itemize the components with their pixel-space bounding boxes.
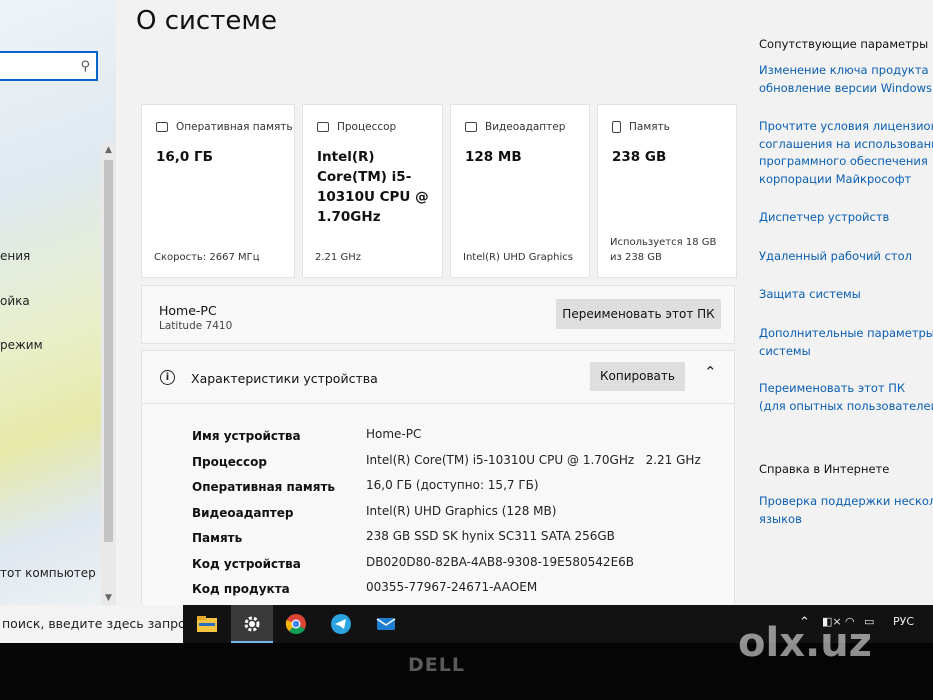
- card-footer: Используется 18 GB из 238 GB: [610, 237, 717, 263]
- mail-icon[interactable]: [374, 612, 398, 636]
- telegram-icon[interactable]: [329, 612, 353, 636]
- spec-key: Имя устройства: [192, 429, 301, 443]
- spec-key: Процессор: [192, 455, 267, 469]
- storage-icon: [612, 121, 621, 133]
- pc-name-panel: Home-PC Latitude 7410 Переименовать этот…: [141, 285, 735, 344]
- pc-name: Home-PC: [159, 303, 217, 318]
- spec-key: Оперативная память: [192, 480, 335, 494]
- spec-value: Intel(R) Core(TM) i5-10310U CPU @ 1.70GH…: [366, 453, 701, 467]
- spec-value: 16,0 ГБ (доступно: 15,7 ГБ): [366, 478, 539, 492]
- spec-key: Код продукта: [192, 582, 290, 596]
- spec-row: Код устройства DB020D80-82BA-4AB8-9308-19…: [192, 555, 732, 581]
- info-icon: i: [160, 370, 175, 385]
- sidebar-item-3[interactable]: режим: [0, 338, 43, 352]
- card-value: Intel(R) Core(TM) i5-10310U CPU @ 1.70GH…: [317, 149, 429, 225]
- search-input[interactable]: ⚲: [0, 51, 98, 81]
- card-value: 128 MB: [465, 149, 522, 165]
- related-settings-heading: Сопутствующие параметры: [759, 37, 929, 51]
- card-value: 238 GB: [612, 149, 667, 165]
- card-title: Видеоадаптер: [485, 121, 566, 133]
- screen: ⚲ ения ойка режим тот компьютер ▲ ▼ О си…: [0, 0, 933, 605]
- card-footer: 2.21 GHz: [315, 252, 361, 263]
- link-advanced-system-settings[interactable]: Дополнительные параметры системы: [759, 325, 933, 360]
- spec-value: 00355-77967-24671-AAOEM: [366, 580, 538, 594]
- link-remote-desktop[interactable]: Удаленный рабочий стол: [759, 248, 912, 266]
- scroll-down-icon[interactable]: ▼: [101, 593, 116, 603]
- card-title: Память: [629, 121, 670, 133]
- spec-row: Имя устройства Home-PC: [192, 427, 732, 453]
- page-title: О системе: [136, 6, 277, 36]
- spec-value: Home-PC: [366, 427, 422, 441]
- copy-button[interactable]: Копировать: [590, 362, 685, 391]
- storage-card: Память 238 GB Используется 18 GB из 238 …: [597, 104, 737, 278]
- spec-row: Код продукта 00355-77967-24671-AAOEM: [192, 580, 732, 605]
- settings-sidebar: ⚲ ения ойка режим тот компьютер ▲ ▼: [0, 0, 116, 605]
- sidebar-scrollbar[interactable]: ▲ ▼: [101, 143, 116, 605]
- link-device-manager[interactable]: Диспетчер устройств: [759, 209, 889, 227]
- language-indicator[interactable]: РУС: [893, 615, 914, 628]
- sidebar-item-4[interactable]: тот компьютер: [0, 566, 96, 580]
- card-footer: Intel(R) UHD Graphics: [463, 252, 573, 263]
- spec-key: Код устройства: [192, 557, 301, 571]
- link-change-product-key[interactable]: Изменение ключа продукта или обновление …: [759, 62, 933, 97]
- rename-pc-button[interactable]: Переименовать этот ПК: [556, 299, 721, 329]
- search-icon: ⚲: [80, 59, 90, 74]
- file-explorer-icon[interactable]: [195, 612, 219, 636]
- memory-icon: [156, 122, 168, 132]
- pc-model: Latitude 7410: [159, 320, 233, 332]
- cpu-card: Процессор Intel(R) Core(TM) i5-10310U CP…: [302, 104, 443, 278]
- spec-row: Память 238 GB SSD SK hynix SC311 SATA 256…: [192, 529, 732, 555]
- spec-row: Видеоадаптер Intel(R) UHD Graphics (128 M…: [192, 504, 732, 530]
- sidebar-item-2[interactable]: ойка: [0, 294, 30, 308]
- scroll-up-icon[interactable]: ▲: [101, 145, 116, 155]
- taskbar-search[interactable]: поиск, введите здесь запрос: [0, 605, 183, 643]
- spec-value: 238 GB SSD SK hynix SC311 SATA 256GB: [366, 529, 615, 543]
- main-content: О системе Оперативная память 16,0 ГБ Ско…: [116, 0, 756, 605]
- link-license-terms[interactable]: Прочтите условия лицензионного соглашени…: [759, 118, 933, 188]
- gear-icon: [240, 612, 264, 636]
- card-title: Оперативная память: [176, 121, 293, 133]
- display-adapter-icon: [465, 122, 477, 132]
- dell-logo: DELL: [408, 654, 465, 676]
- spec-value: Intel(R) UHD Graphics (128 MB): [366, 504, 557, 518]
- web-help-heading: Справка в Интернете: [759, 462, 890, 476]
- device-specs-header[interactable]: i Характеристики устройства Копировать ⌃: [142, 351, 734, 404]
- scrollbar-thumb[interactable]: [104, 160, 113, 542]
- chevron-up-icon[interactable]: ⌃: [704, 363, 717, 381]
- spec-key: Память: [192, 531, 243, 545]
- link-rename-pc-advanced[interactable]: Переименовать этот ПК (для опытных польз…: [759, 380, 933, 415]
- spec-value: DB020D80-82BA-4AB8-9308-19E580542E6B: [366, 555, 635, 569]
- ram-card: Оперативная память 16,0 ГБ Скорость: 266…: [141, 104, 295, 278]
- device-specs-title: Характеристики устройства: [191, 371, 378, 386]
- card-title: Процессор: [337, 121, 397, 133]
- spec-row: Оперативная память 16,0 ГБ (доступно: 15,…: [192, 478, 732, 504]
- gpu-card: Видеоадаптер 128 MB Intel(R) UHD Graphic…: [450, 104, 590, 278]
- chrome-icon[interactable]: [284, 612, 308, 636]
- link-system-protection[interactable]: Защита системы: [759, 286, 861, 304]
- spec-row: Процессор Intel(R) Core(TM) i5-10310U CPU…: [192, 453, 732, 479]
- link-language-support[interactable]: Проверка поддержки нескольких языков: [759, 493, 933, 528]
- device-specs-panel: i Характеристики устройства Копировать ⌃…: [141, 350, 735, 605]
- sidebar-item-1[interactable]: ения: [0, 249, 30, 263]
- processor-icon: [317, 122, 329, 132]
- olx-watermark: olx.uz: [738, 620, 872, 666]
- card-footer: Скорость: 2667 МГц: [154, 252, 260, 263]
- card-value: 16,0 ГБ: [156, 149, 213, 165]
- spec-key: Видеоадаптер: [192, 506, 294, 520]
- related-settings-panel: Сопутствующие параметры Изменение ключа …: [756, 0, 933, 605]
